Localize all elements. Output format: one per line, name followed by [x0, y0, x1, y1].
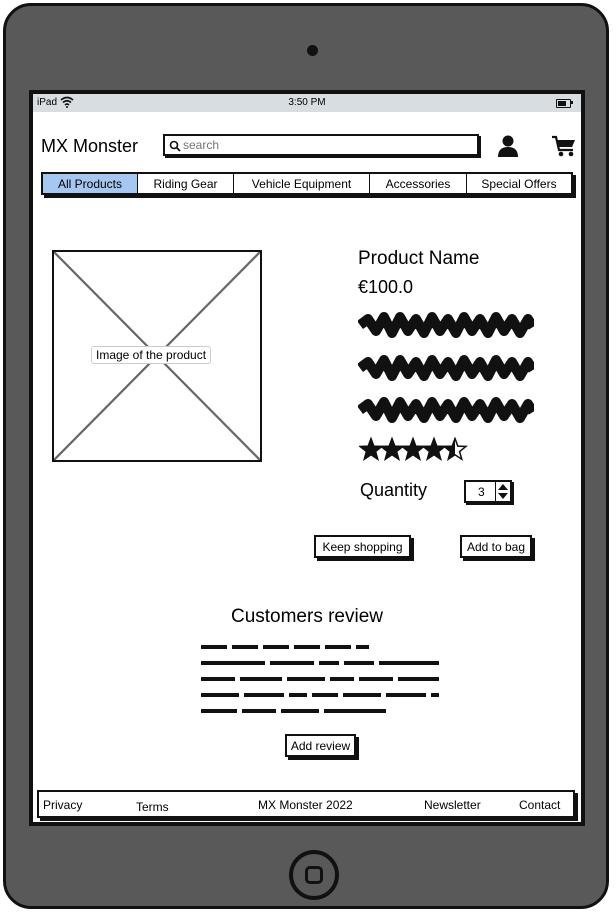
product-name: Product Name [358, 248, 480, 269]
quantity-value: 3 [478, 485, 485, 499]
footer-terms-link[interactable]: Terms [136, 800, 169, 814]
footer-copyright: MX Monster 2022 [258, 798, 353, 812]
add-review-button[interactable]: Add review [285, 734, 356, 757]
product-price: €100.0 [358, 277, 414, 297]
product-image-label: Image of the product [91, 346, 212, 364]
status-time: 3:50 PM [288, 97, 326, 108]
star-fill [402, 438, 424, 460]
battery-tip [571, 101, 573, 104]
review-text-scribble [201, 645, 439, 713]
add-to-bag-button[interactable]: Add to bag [460, 535, 532, 558]
search-box[interactable] [163, 134, 479, 156]
camera-dot [307, 45, 318, 56]
keep-shopping-button[interactable]: Keep shopping [314, 535, 411, 558]
product-image: Image of the product [52, 250, 262, 462]
user-icon[interactable] [497, 134, 519, 158]
search-icon [169, 140, 181, 152]
stepper-arrows-icon[interactable] [495, 482, 510, 501]
tab-riding-gear[interactable]: Riding Gear [138, 174, 234, 193]
footer-contact-link[interactable]: Contact [519, 798, 560, 812]
status-bar: iPad 3:50 PM [33, 94, 581, 112]
search-input[interactable] [183, 137, 463, 153]
rating-stars [359, 437, 468, 462]
footer-privacy-link[interactable]: Privacy [43, 798, 82, 812]
brand-name[interactable]: MX Monster [41, 136, 138, 157]
reviews-title: Customers review [230, 606, 384, 627]
cart-icon[interactable] [551, 134, 577, 158]
tab-all-products[interactable]: All Products [43, 174, 138, 193]
description-scribble [358, 312, 534, 338]
star-fill [360, 438, 382, 460]
star-fill [381, 438, 403, 460]
tab-vehicle-equipment[interactable]: Vehicle Equipment [234, 174, 370, 193]
star-fill [423, 438, 445, 460]
home-button-icon [305, 866, 323, 884]
footer: Privacy Terms MX Monster 2022 Newsletter… [37, 790, 575, 818]
tab-special-offers[interactable]: Special Offers [467, 174, 571, 193]
description-scribble [358, 355, 534, 381]
description-scribble [358, 397, 534, 423]
screen: iPad 3:50 PM MX Monster All Products Rid… [29, 90, 585, 826]
home-button[interactable] [289, 850, 339, 900]
tab-accessories[interactable]: Accessories [370, 174, 467, 193]
quantity-label: Quantity [360, 480, 428, 500]
category-nav: All Products Riding Gear Vehicle Equipme… [41, 172, 573, 195]
footer-newsletter-link[interactable]: Newsletter [424, 798, 481, 812]
battery-icon [556, 99, 571, 108]
quantity-stepper[interactable]: 3 [464, 480, 512, 503]
